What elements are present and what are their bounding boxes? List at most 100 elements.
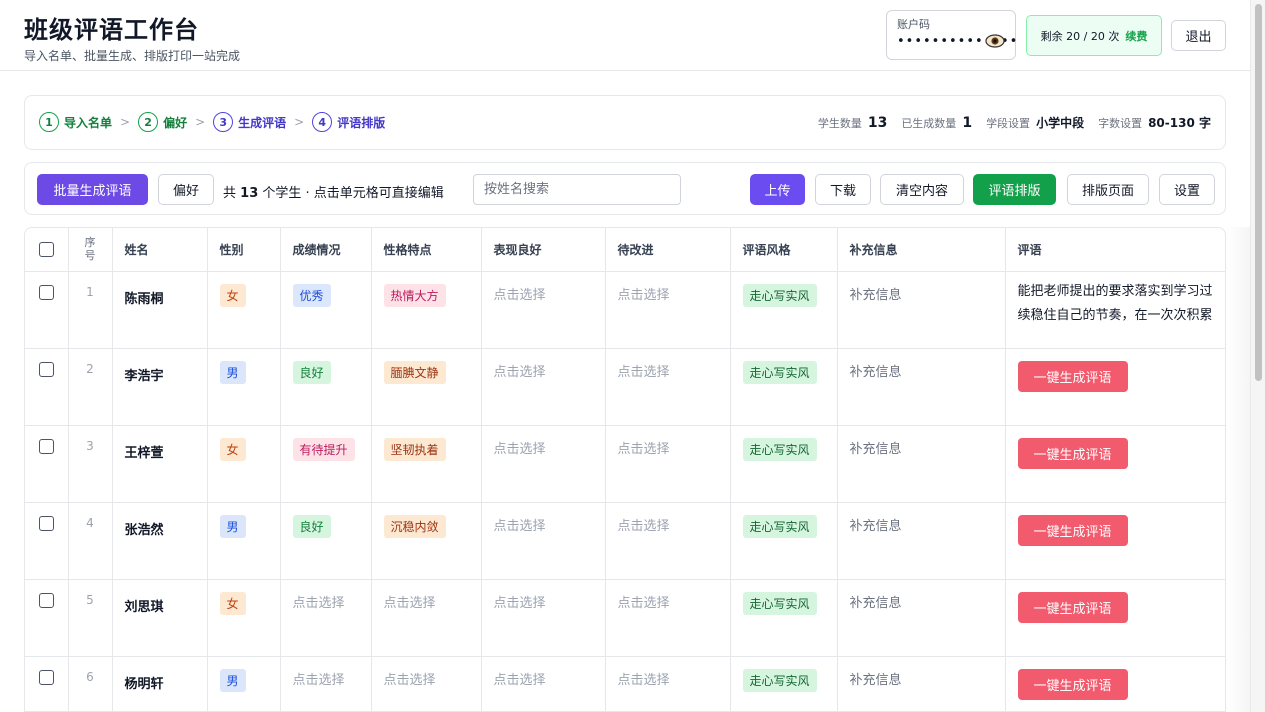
gender-tag[interactable]: 女 — [219, 283, 246, 307]
gender-tag[interactable]: 女 — [219, 591, 246, 615]
page-scrollbar[interactable] — [1250, 0, 1265, 712]
generate-comment-button[interactable]: 一键生成评语 — [1017, 437, 1128, 469]
generate-comment-button[interactable]: 一键生成评语 — [1017, 591, 1128, 623]
generate-comment-button[interactable]: 一键生成评语 — [1017, 514, 1128, 546]
eye-icon[interactable] — [985, 33, 1005, 49]
upload-button[interactable]: 上传 — [750, 174, 805, 205]
personality-tag[interactable]: 腼腆文静 — [383, 360, 446, 384]
step-preference[interactable]: 2 偏好 — [138, 112, 187, 132]
name-search-input[interactable] — [473, 174, 681, 205]
step-number: 3 — [213, 112, 234, 132]
grade-tag[interactable]: 良好 — [292, 360, 331, 384]
row-checkbox[interactable] — [38, 669, 54, 685]
step-layout[interactable]: 4 评语排版 — [312, 112, 385, 132]
account-code-field[interactable]: 账户码 •••••••••••••• — [886, 10, 1017, 60]
personality-select[interactable]: 点击选择 — [384, 673, 436, 688]
style-tag[interactable]: 走心写实风 — [742, 591, 817, 615]
personality-cell: 点击选择 — [371, 579, 482, 657]
improve-select[interactable]: 点击选择 — [618, 519, 670, 534]
info-prefix: 共 — [223, 186, 237, 201]
row-checkbox[interactable] — [38, 592, 54, 608]
clear-content-button[interactable]: 清空内容 — [880, 174, 964, 205]
student-name[interactable]: 陈雨桐 — [112, 271, 208, 349]
student-name[interactable]: 王梓萱 — [112, 425, 208, 503]
extra-info[interactable]: 补充信息 — [850, 288, 902, 303]
style-tag[interactable]: 走心写实风 — [742, 437, 817, 461]
logout-button[interactable]: 退出 — [1171, 20, 1226, 51]
row-checkbox[interactable] — [38, 438, 54, 454]
grade-select[interactable]: 点击选择 — [293, 673, 345, 688]
gender-cell: 女 — [207, 579, 281, 657]
step-label: 评语排版 — [337, 115, 386, 130]
extra-info[interactable]: 补充信息 — [850, 596, 902, 611]
style-tag[interactable]: 走心写实风 — [742, 283, 817, 307]
gender-tag[interactable]: 男 — [219, 514, 246, 538]
app-header: 班级评语工作台 导入名单、批量生成、排版打印一站完成 账户码 •••••••••… — [0, 0, 1250, 71]
personality-cell: 点击选择 — [371, 656, 482, 711]
generate-comment-button[interactable]: 一键生成评语 — [1017, 360, 1128, 392]
comment-cell[interactable]: 能把老师提出的要求落实到学习过 续稳住自己的节奏，在一次次积累 — [1005, 271, 1225, 349]
settings-button[interactable]: 设置 — [1159, 174, 1215, 205]
improve-select[interactable]: 点击选择 — [618, 365, 670, 380]
students-table-container[interactable]: 序号 姓名 性别 成绩情况 性格特点 表现良好 待改进 评语风格 补充信息 评语 — [24, 227, 1226, 712]
good-select[interactable]: 点击选择 — [494, 365, 546, 380]
gender-tag[interactable]: 男 — [219, 668, 246, 692]
select-all-checkbox[interactable] — [38, 241, 54, 257]
improve-select[interactable]: 点击选择 — [618, 442, 670, 457]
preference-button[interactable]: 偏好 — [158, 174, 214, 205]
students-table: 序号 姓名 性别 成绩情况 性格特点 表现良好 待改进 评语风格 补充信息 评语 — [25, 228, 1225, 711]
style-cell: 走心写实风 — [730, 425, 838, 503]
grade-tag[interactable]: 有待提升 — [292, 437, 355, 461]
extra-info[interactable]: 补充信息 — [850, 519, 902, 534]
renew-link[interactable]: 续费 — [1125, 28, 1147, 44]
extra-info[interactable]: 补充信息 — [850, 673, 902, 688]
extra-info[interactable]: 补充信息 — [850, 442, 902, 457]
student-name[interactable]: 刘思琪 — [112, 579, 208, 657]
student-name[interactable]: 张浩然 — [112, 502, 208, 580]
personality-tag[interactable]: 沉稳内敛 — [383, 514, 446, 538]
improve-select[interactable]: 点击选择 — [618, 673, 670, 688]
layout-page-button[interactable]: 排版页面 — [1067, 174, 1149, 205]
grade-tag[interactable]: 优秀 — [292, 283, 331, 307]
style-tag[interactable]: 走心写实风 — [742, 514, 817, 538]
step-import[interactable]: 1 导入名单 — [39, 112, 112, 132]
good-select[interactable]: 点击选择 — [494, 288, 546, 303]
row-checkbox[interactable] — [38, 361, 54, 377]
toolbar: 批量生成评语 偏好 共 13 个学生 · 点击单元格可直接编辑 上传 下载 清空… — [24, 162, 1226, 215]
header-good: 表现良好 — [481, 228, 606, 272]
extra-info[interactable]: 补充信息 — [850, 365, 902, 380]
extra-cell: 补充信息 — [837, 271, 1006, 349]
personality-tag[interactable]: 热情大方 — [383, 283, 446, 307]
style-tag[interactable]: 走心写实风 — [742, 668, 817, 692]
generate-comment-button[interactable]: 一键生成评语 — [1017, 668, 1128, 700]
step-separator: > — [195, 115, 206, 129]
style-tag[interactable]: 走心写实风 — [742, 360, 817, 384]
grade-tag[interactable]: 良好 — [292, 514, 331, 538]
row-select-cell — [25, 271, 69, 349]
comment-cell: 一键生成评语 — [1005, 425, 1225, 503]
header-style: 评语风格 — [730, 228, 838, 272]
improve-select[interactable]: 点击选择 — [618, 596, 670, 611]
row-checkbox[interactable] — [38, 284, 54, 300]
row-select-cell — [25, 348, 69, 426]
good-select[interactable]: 点击选择 — [494, 519, 546, 534]
student-name[interactable]: 李浩宇 — [112, 348, 208, 426]
header-personality: 性格特点 — [371, 228, 482, 272]
step-generate[interactable]: 3 生成评语 — [213, 112, 286, 132]
gender-tag[interactable]: 男 — [219, 360, 246, 384]
gender-tag[interactable]: 女 — [219, 437, 246, 461]
row-select-cell — [25, 656, 69, 711]
download-button[interactable]: 下载 — [815, 174, 871, 205]
good-select[interactable]: 点击选择 — [494, 442, 546, 457]
good-select[interactable]: 点击选择 — [494, 596, 546, 611]
row-checkbox[interactable] — [38, 515, 54, 531]
personality-tag[interactable]: 坚韧执着 — [383, 437, 446, 461]
batch-generate-button[interactable]: 批量生成评语 — [37, 174, 148, 205]
grade-select[interactable]: 点击选择 — [293, 596, 345, 611]
page-scrollbar-thumb[interactable] — [1255, 4, 1262, 381]
comment-layout-button[interactable]: 评语排版 — [973, 174, 1056, 205]
student-name[interactable]: 杨明轩 — [112, 656, 208, 711]
improve-select[interactable]: 点击选择 — [618, 288, 670, 303]
good-select[interactable]: 点击选择 — [494, 673, 546, 688]
personality-select[interactable]: 点击选择 — [384, 596, 436, 611]
